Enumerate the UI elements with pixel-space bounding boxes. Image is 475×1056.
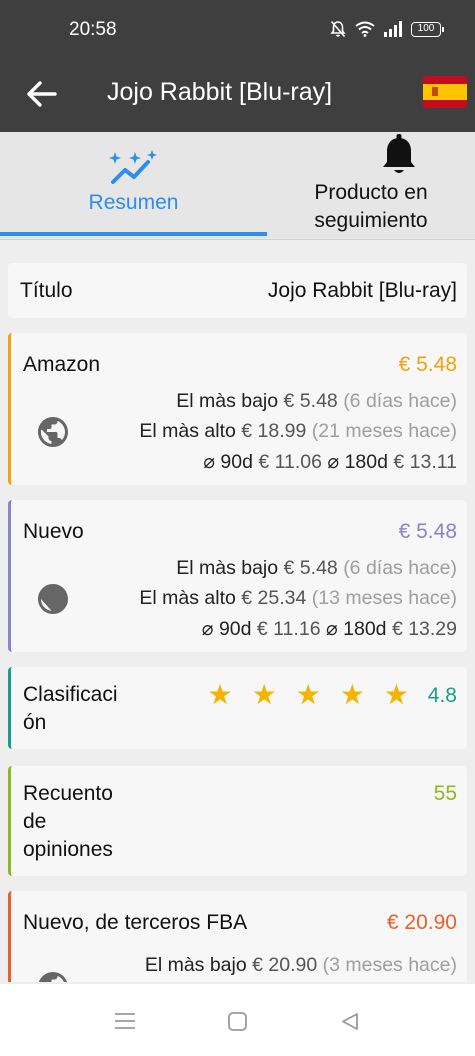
avg90-label: ⌀ 90d <box>203 451 253 473</box>
lowest-value: € 20.90 <box>252 954 318 976</box>
lowest-when: (6 días hace) <box>343 390 457 412</box>
lowest-label: El màs bajo <box>144 954 247 976</box>
summary-list[interactable]: Título Jojo Rabbit [Blu-ray] Amazon € 5.… <box>0 241 475 982</box>
amazon-label: Amazon <box>23 353 101 376</box>
avg180-label: ⌀ 180d <box>327 451 388 473</box>
spain-flag-icon[interactable] <box>423 76 467 108</box>
active-tab-indicator <box>0 232 267 236</box>
review-label-line1: Recuento <box>23 782 113 805</box>
tab-producto-en-seguimiento[interactable]: Producto en seguimiento <box>267 132 475 240</box>
rating-label: Clasificaci ón <box>23 681 118 737</box>
avg180-value: € 13.29 <box>391 618 457 640</box>
menu-icon[interactable] <box>115 1012 135 1030</box>
rating-label-line2: ón <box>23 711 47 734</box>
fba-lowest: El màs bajo € 20.90 (3 meses hace) <box>145 954 457 977</box>
title-row-value: Jojo Rabbit [Blu-ray] <box>267 279 457 302</box>
lowest-value: € 5.48 <box>283 557 338 579</box>
lowest-when: (6 días hace) <box>343 557 457 579</box>
review-count-value: 55 <box>433 782 457 805</box>
globe-icon[interactable] <box>35 414 71 450</box>
battery-icon: 100 <box>411 21 444 37</box>
amazon-price: € 5.48 <box>398 353 457 376</box>
rating-card[interactable]: Clasificaci ón ★ ★ ★ ★ ★ 4.8 <box>8 667 467 749</box>
system-nav-bar <box>0 984 475 1056</box>
highest-label: El màs alto <box>139 587 236 609</box>
lowest-value: € 5.48 <box>283 390 338 412</box>
title-row-label: Título <box>20 279 73 302</box>
bell-muted-icon <box>330 20 346 38</box>
highest-when: (21 meses hace) <box>311 420 457 442</box>
star-icon: ★ <box>383 679 409 710</box>
star-icon: ★ <box>339 679 365 710</box>
highest-value: € 18.99 <box>241 420 307 442</box>
globe-icon[interactable] <box>35 581 71 617</box>
review-label-line2: de <box>23 810 47 833</box>
avg90-value: € 11.16 <box>256 618 321 640</box>
amazon-price-card[interactable]: Amazon € 5.48 El màs bajo € 5.48 (6 días… <box>8 333 467 485</box>
lowest-when: (3 meses hace) <box>322 954 457 976</box>
back-arrow-icon[interactable] <box>24 76 60 112</box>
avg90-value: € 11.06 <box>258 451 322 473</box>
fba-price: € 20.90 <box>386 911 457 934</box>
home-icon[interactable] <box>228 1012 247 1031</box>
nuevo-price-card[interactable]: Nuevo € 5.48 El màs bajo € 5.48 (6 días … <box>8 500 467 652</box>
amazon-lowest: El màs bajo € 5.48 (6 días hace) <box>176 390 457 413</box>
nuevo-price: € 5.48 <box>398 520 457 543</box>
tab-resumen-label: Resumen <box>88 191 179 214</box>
star-icon: ★ <box>251 679 277 710</box>
chart-sparkle-icon <box>109 150 157 184</box>
signal-icon <box>384 21 402 37</box>
review-count-label: Recuento de opiniones <box>23 780 113 864</box>
avg90-label: ⌀ 90d <box>201 618 252 640</box>
highest-when: (13 meses hace) <box>311 587 457 609</box>
review-count-card[interactable]: Recuento de opiniones 55 <box>8 766 467 876</box>
status-icons: 100 <box>330 20 444 38</box>
highest-label: El màs alto <box>139 420 236 442</box>
page-title: Jojo Rabbit [Blu-ray] <box>107 78 333 106</box>
star-icon: ★ <box>207 679 233 710</box>
fba-price-card[interactable]: Nuevo, de terceros FBA € 20.90 El màs ba… <box>8 891 467 982</box>
amazon-highest: El màs alto € 18.99 (21 meses hace) <box>139 420 457 443</box>
avg180-label: ⌀ 180d <box>325 618 387 640</box>
bell-icon <box>383 134 415 173</box>
amazon-averages: ⌀ 90d € 11.06 ⌀ 180d € 13.11 <box>203 450 457 474</box>
fba-label: Nuevo, de terceros FBA <box>23 911 248 934</box>
nuevo-lowest: El màs bajo € 5.48 (6 días hace) <box>176 557 457 580</box>
status-time: 20:58 <box>69 19 117 40</box>
wifi-icon <box>355 21 375 37</box>
lowest-label: El màs bajo <box>176 390 279 412</box>
nuevo-averages: ⌀ 90d € 11.16 ⌀ 180d € 13.29 <box>202 617 457 641</box>
tab-resumen[interactable]: Resumen <box>0 132 267 240</box>
nuevo-highest: El màs alto € 25.34 (13 meses hace) <box>139 587 457 610</box>
highest-value: € 25.34 <box>241 587 307 609</box>
tab-bar: Resumen Producto en seguimiento <box>0 132 475 240</box>
rating-stars: ★ ★ ★ ★ ★ <box>207 680 409 710</box>
title-row: Título Jojo Rabbit [Blu-ray] <box>8 263 467 318</box>
tab-producto-label: Producto en seguimiento <box>314 181 428 232</box>
status-bar: 20:58 100 <box>0 0 475 60</box>
rating-value: 4.8 <box>427 684 457 707</box>
star-icon: ★ <box>295 679 321 710</box>
avg180-value: € 13.11 <box>393 451 457 473</box>
rating-label-line1: Clasificaci <box>23 683 118 706</box>
nuevo-label: Nuevo <box>23 520 84 543</box>
review-label-line3: opiniones <box>23 838 113 861</box>
back-nav-icon[interactable] <box>341 1012 359 1031</box>
lowest-label: El màs bajo <box>176 557 279 579</box>
globe-icon[interactable] <box>35 969 71 982</box>
app-bar: Jojo Rabbit [Blu-ray] <box>0 60 475 132</box>
